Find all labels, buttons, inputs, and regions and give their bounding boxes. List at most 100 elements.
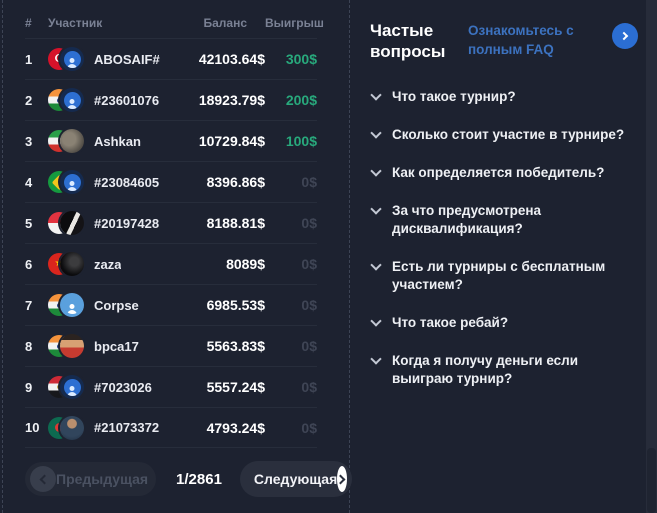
win-cell: 0$	[301, 215, 317, 231]
participant-name: #20197428	[94, 215, 160, 231]
faq-question-label: Сколько стоит участие в турнире?	[392, 127, 625, 142]
balance-cell: 18923.79$	[198, 92, 265, 108]
faq-header: Частые вопросы Ознакомьтесь с полным FAQ	[370, 20, 647, 62]
table-row: 1 ☪ ABOSAIF# 42103.64$ 300$	[25, 38, 317, 79]
participant-name: #23601076	[94, 92, 160, 108]
chevron-down-icon	[370, 353, 382, 365]
balance-cell: 5563.83$	[206, 338, 265, 354]
avatar	[60, 88, 84, 112]
balance-cell: 4793.24$	[206, 419, 265, 436]
rank-cell: 2	[25, 92, 33, 108]
rank-cell: 8	[25, 338, 33, 354]
table-row: 7 Corpse 6985.53$ 0$	[25, 284, 317, 325]
header-balance: Баланс	[203, 16, 247, 30]
participant-cell: bpca17	[48, 334, 177, 358]
pagination: Предыдущая 1/2861 Следующая	[25, 461, 352, 497]
avatar	[60, 375, 84, 399]
previous-page-label: Предыдущая	[56, 471, 149, 487]
chevron-down-icon	[370, 259, 382, 271]
faq-question-label: Есть ли турниры с бесплатным участием?	[392, 259, 606, 292]
full-faq-arrow-button[interactable]	[612, 23, 638, 49]
faq-title: Частые вопросы	[370, 21, 446, 61]
balance-cell: 8089$	[226, 256, 265, 272]
participant-name: #23084605	[94, 174, 160, 190]
chevron-down-icon	[370, 203, 382, 215]
participant-cell: ☪ ABOSAIF#	[48, 47, 177, 71]
table-row: 2 #23601076 18923.79$ 200$	[25, 79, 317, 120]
win-cell: 0$	[301, 256, 317, 272]
win-cell: 200$	[285, 92, 317, 108]
win-cell: 0$	[301, 338, 317, 354]
faq-question-item[interactable]: Что такое турнир?	[370, 88, 647, 106]
balance-cell: 6985.53$	[206, 297, 265, 313]
participant-name: Corpse	[94, 297, 139, 313]
faq-question-item[interactable]: Что такое ребай?	[370, 314, 647, 332]
rank-cell: 9	[25, 379, 33, 395]
rank-cell: 4	[25, 174, 33, 190]
balance-cell: 42103.64$	[198, 51, 265, 67]
chevron-right-icon	[335, 466, 348, 492]
scrollbar-track[interactable]	[646, 0, 657, 513]
user-icon	[67, 181, 78, 191]
rank-cell: 7	[25, 297, 33, 313]
participant-name: bpca17	[94, 338, 139, 354]
faq-question-item[interactable]: Есть ли турниры с бесплатным участием?	[370, 258, 647, 294]
chevron-down-icon	[370, 89, 382, 101]
full-faq-link[interactable]: Ознакомьтесь с полным FAQ	[468, 21, 606, 59]
win-cell: 0$	[301, 174, 317, 190]
win-cell: 300$	[285, 51, 317, 67]
table-body: 1 ☪ ABOSAIF# 42103.64$ 300$ 2 #23601076 …	[25, 38, 317, 448]
scrollbar-thumb[interactable]	[647, 448, 656, 513]
balance-cell: 8396.86$	[206, 174, 265, 190]
table-row: 5 #20197428 8188.81$ 0$	[25, 202, 317, 243]
faq-question-item[interactable]: Когда я получу деньги если выиграю турни…	[370, 352, 647, 388]
balance-cell: 5557.24$	[206, 379, 265, 395]
participant-name: #21073372	[94, 420, 160, 435]
faq-question-label: За что предусмотрена дисквалификация?	[392, 203, 542, 236]
user-icon	[67, 304, 78, 314]
user-icon	[67, 386, 78, 396]
win-cell: 100$	[285, 133, 317, 149]
header-participant: Участник	[48, 16, 103, 30]
participant-cell: #20197428	[48, 211, 177, 235]
chevron-right-icon	[619, 31, 628, 41]
participant-name: #7023026	[94, 379, 152, 395]
faq-question-list: Что такое турнир? Сколько стоит участие …	[370, 88, 647, 388]
table-row: 9 #7023026 5557.24$ 0$	[25, 366, 317, 407]
balance-cell: 8188.81$	[206, 215, 265, 231]
previous-page-button[interactable]: Предыдущая	[25, 462, 157, 496]
user-icon	[67, 58, 78, 68]
rank-cell: 3	[25, 133, 33, 149]
table-row: 4 #23084605 8396.86$ 0$	[25, 161, 317, 202]
avatar	[60, 415, 84, 440]
page-indicator: 1/2861	[176, 470, 222, 488]
avatar	[60, 252, 84, 276]
rank-cell: 6	[25, 256, 33, 272]
faq-question-label: Когда я получу деньги если выиграю турни…	[392, 353, 579, 386]
chevron-down-icon	[370, 315, 382, 327]
participant-cell: Corpse	[48, 293, 177, 317]
win-cell: 0$	[301, 297, 317, 313]
tournament-leaderboard-screen: # Участник Баланс Выигрыш 1 ☪ ABOSAIF# 4…	[0, 0, 657, 513]
faq-question-item[interactable]: Как определяется победитель?	[370, 164, 647, 182]
chevron-down-icon	[370, 165, 382, 177]
table-row: 8 bpca17 5563.83$ 0$	[25, 325, 317, 366]
table-row: 3 Ashkan 10729.84$ 100$	[25, 120, 317, 161]
participant-cell: #23084605	[48, 170, 177, 194]
win-cell: 0$	[301, 419, 317, 436]
participant-cell: #21073372	[48, 415, 177, 440]
avatar	[60, 170, 84, 194]
participant-cell: Ashkan	[48, 129, 177, 153]
chevron-down-icon	[370, 127, 382, 139]
faq-question-label: Что такое ребай?	[392, 315, 509, 330]
avatar	[60, 211, 84, 235]
faq-question-item[interactable]: За что предусмотрена дисквалификация?	[370, 202, 647, 238]
table-header: # Участник Баланс Выигрыш	[25, 0, 324, 38]
table-row: 10 #21073372 4793.24$ 0$	[25, 407, 317, 448]
next-page-button[interactable]: Следующая	[239, 461, 352, 497]
faq-question-item[interactable]: Сколько стоит участие в турнире?	[370, 126, 647, 144]
faq-question-label: Что такое турнир?	[392, 89, 516, 104]
avatar	[60, 129, 84, 153]
participant-cell: #7023026	[48, 375, 177, 399]
win-cell: 0$	[301, 379, 317, 395]
